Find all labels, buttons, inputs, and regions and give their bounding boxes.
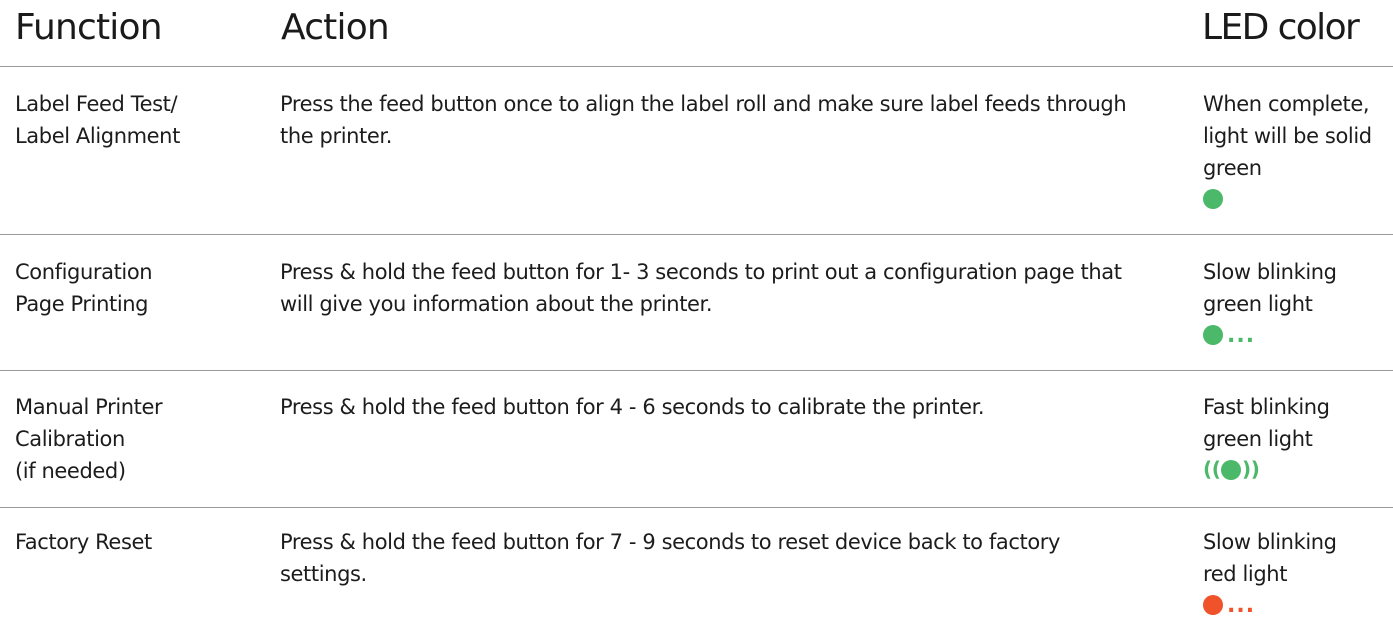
table-row: Factory Reset Press & hold the feed butt… bbox=[0, 508, 1393, 640]
action-cell: Press & hold the feed button for 7 - 9 s… bbox=[280, 530, 1061, 586]
led-function-table: Function Action LED color Label Feed Tes… bbox=[0, 0, 1393, 640]
table-row: Label Feed Test/ Label Alignment Press t… bbox=[0, 67, 1393, 235]
header-action: Action bbox=[281, 7, 390, 48]
led-cell: When complete, light will be solid green bbox=[1203, 88, 1393, 210]
action-cell: Press & hold the feed button for 4 - 6 s… bbox=[280, 395, 985, 419]
header-function: Function bbox=[15, 7, 163, 48]
action-cell: Press the feed button once to align the … bbox=[280, 92, 1127, 148]
header-led-color: LED color bbox=[1202, 7, 1360, 48]
function-cell: Manual Printer Calibration (if needed) bbox=[15, 395, 163, 483]
led-text: Slow blinking red light bbox=[1203, 530, 1337, 586]
led-text: Fast blinking green light bbox=[1203, 395, 1330, 451]
slow-blink-green-icon: ... bbox=[1203, 324, 1373, 347]
solid-green-dot-icon bbox=[1203, 188, 1393, 210]
led-cell: Slow blinking red light ... bbox=[1203, 526, 1373, 617]
table-header: Function Action LED color bbox=[0, 0, 1393, 67]
table-row: Configuration Page Printing Press & hold… bbox=[0, 235, 1393, 371]
function-cell: Configuration Page Printing bbox=[15, 260, 153, 316]
led-cell: Fast blinking green light (( )) bbox=[1203, 391, 1373, 481]
function-cell: Label Feed Test/ Label Alignment bbox=[15, 92, 180, 148]
function-cell: Factory Reset bbox=[15, 530, 152, 554]
led-text: When complete, light will be solid green bbox=[1203, 92, 1372, 180]
fast-blink-green-icon: (( )) bbox=[1203, 457, 1260, 481]
led-text: Slow blinking green light bbox=[1203, 260, 1337, 316]
action-cell: Press & hold the feed button for 1- 3 se… bbox=[280, 260, 1122, 316]
slow-blink-red-icon: ... bbox=[1203, 594, 1373, 617]
led-cell: Slow blinking green light ... bbox=[1203, 256, 1373, 347]
table-row: Manual Printer Calibration (if needed) P… bbox=[0, 371, 1393, 508]
